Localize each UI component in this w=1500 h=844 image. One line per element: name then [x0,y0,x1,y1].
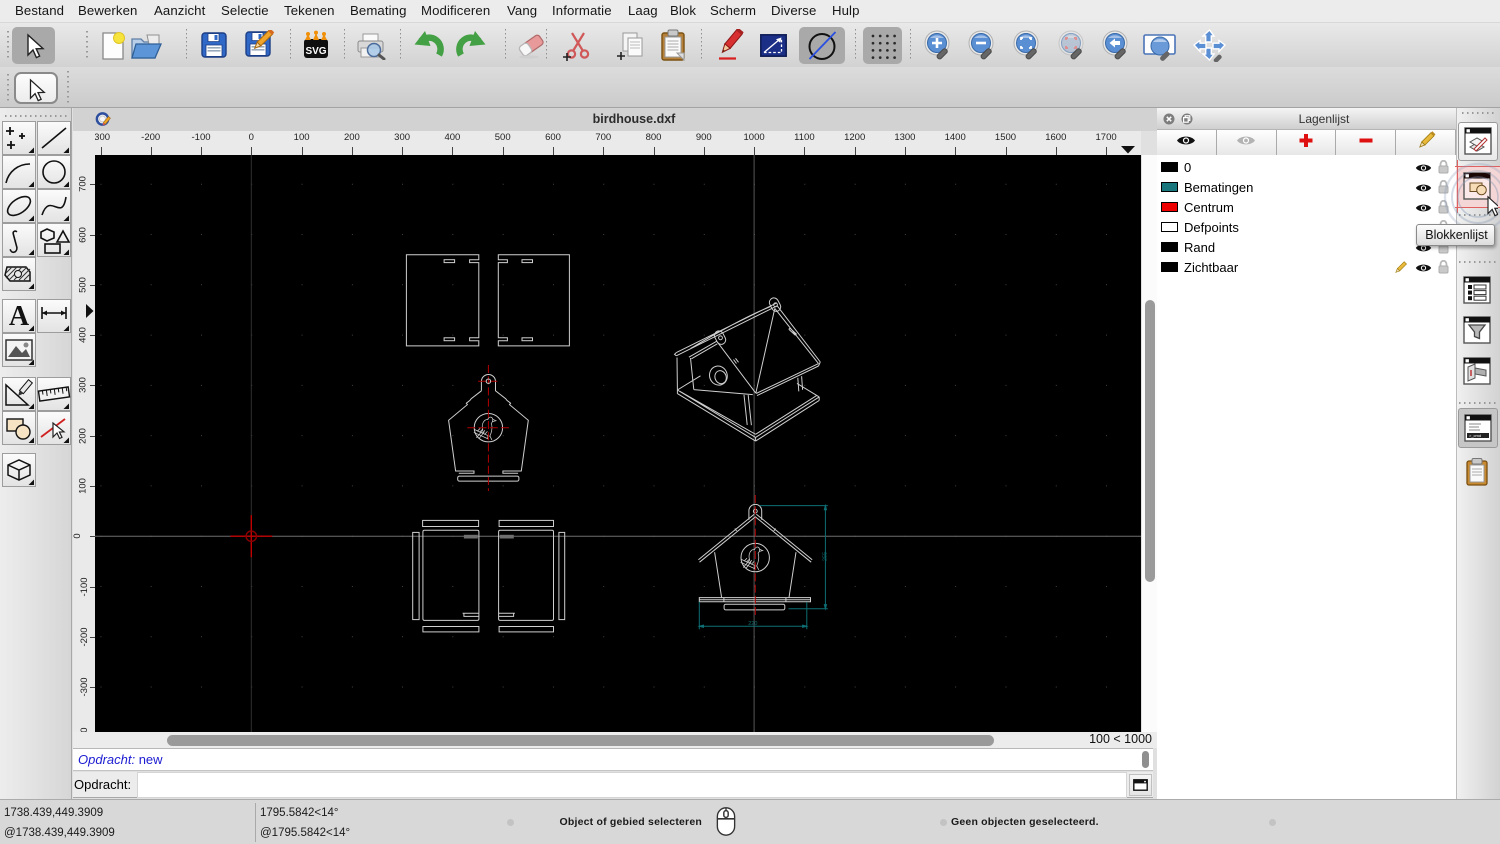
svg-text:SVG: SVG [305,46,326,57]
svg-text:255: 255 [823,552,829,561]
svg-text:220: 220 [748,621,757,627]
svg-text:>_cmd: >_cmd [1469,433,1481,438]
